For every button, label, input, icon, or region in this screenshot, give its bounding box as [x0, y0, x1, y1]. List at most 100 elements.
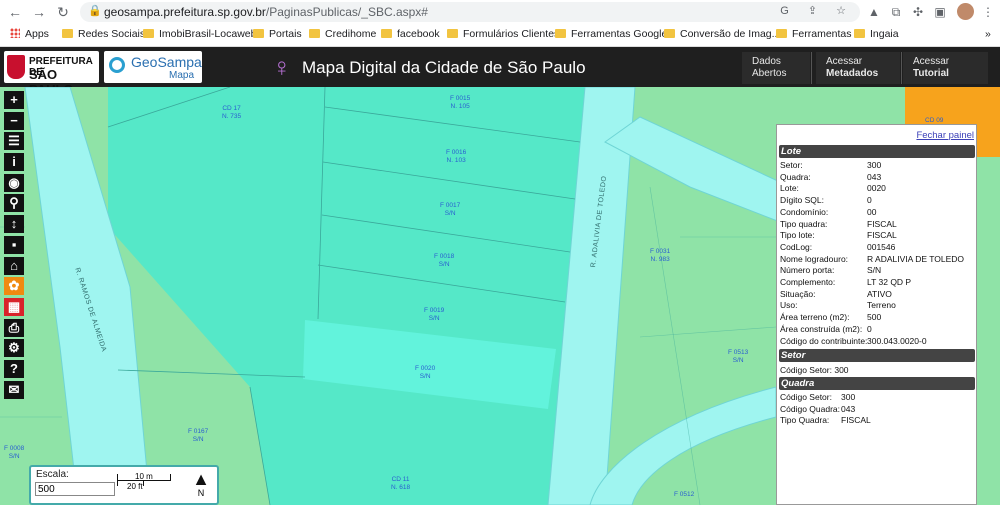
- url-host: geosampa.prefeitura.sp.gov.br: [104, 5, 266, 19]
- section-setor: Setor: [779, 349, 975, 362]
- geosampa-sub: Mapa: [169, 70, 195, 81]
- bookmark-folder[interactable]: Credihome: [309, 28, 376, 40]
- lote-row-key: Nome logradouro:: [780, 253, 849, 264]
- measure-icon[interactable]: ↕: [4, 215, 24, 234]
- folder-icon: [555, 29, 566, 38]
- lote-row-value: 00: [867, 206, 877, 217]
- bookmark-folder[interactable]: Ferramentas Google: [555, 28, 667, 40]
- bookmark-folder[interactable]: facebook: [381, 28, 440, 40]
- film-icon[interactable]: ✿: [4, 277, 24, 296]
- lote-row-value: 001546: [867, 241, 896, 252]
- lote-row: Dígito SQL: 0: [780, 195, 872, 207]
- help-icon[interactable]: ?: [4, 359, 24, 378]
- dados-abertos-button[interactable]: Dados Abertos: [742, 52, 810, 84]
- puzzle-icon[interactable]: ✣: [910, 4, 926, 20]
- quadra-row-key: Código Setor:: [780, 392, 832, 402]
- lote-row-key: Código do contribuinte:: [780, 335, 868, 346]
- lote-row-value: R ADALIVIA DE TOLEDO: [867, 253, 965, 264]
- prefeitura-logo[interactable]: PREFEITURA DE SÃO PAULO: [4, 51, 99, 97]
- avatar[interactable]: [957, 3, 974, 20]
- close-panel-link[interactable]: Fechar painel: [916, 130, 974, 141]
- bookmark-folder[interactable]: Formulários Clientes: [447, 28, 559, 40]
- search-icon[interactable]: ⚲: [4, 194, 24, 213]
- section-lote: Lote: [779, 145, 975, 158]
- map-lot-label: F 0018 S/N: [434, 253, 455, 268]
- lote-row: CodLog: 001546: [780, 241, 895, 254]
- lote-row: Área construída (m2): 0: [780, 324, 872, 336]
- url-path: /PaginasPublicas/_SBC.aspx#: [265, 5, 428, 19]
- lote-row: Condomínio: 00: [780, 206, 876, 219]
- folder-icon: [253, 29, 264, 38]
- lote-row-value: Terreno: [867, 300, 896, 311]
- bookmark-apps[interactable]: Apps: [10, 28, 49, 40]
- lote-row-value: 0020: [867, 183, 886, 194]
- metadados-button[interactable]: Acessar Metadados: [816, 52, 900, 84]
- section-quadra: Quadra: [779, 377, 975, 390]
- lote-row-key: Área terreno (m2):: [780, 312, 850, 323]
- print-icon[interactable]: ⎙: [4, 318, 24, 337]
- mail-icon[interactable]: ✉: [4, 380, 24, 399]
- lote-row-value: 0: [867, 195, 872, 206]
- sp-crest-icon: [7, 55, 25, 79]
- bookmark-folder[interactable]: Portais: [253, 28, 302, 40]
- drive-icon[interactable]: ▲: [866, 4, 882, 20]
- header-divider: [811, 52, 812, 84]
- tools-icon[interactable]: ⌂: [4, 256, 24, 275]
- map-lot-label: F 0020 S/N: [415, 365, 436, 380]
- scale-input[interactable]: [35, 482, 115, 496]
- quadra-row: Tipo Quadra: FISCAL: [780, 415, 871, 427]
- info-icon[interactable]: i: [4, 153, 24, 172]
- bookmark-folder[interactable]: ImobiBrasil-Locaweb: [143, 28, 256, 40]
- lote-row-key: Setor:: [780, 160, 803, 170]
- bookmark-folder[interactable]: Conversão de Imag...: [664, 28, 780, 40]
- grid-icon[interactable]: ▦: [4, 297, 24, 316]
- lote-row-key: Complemento:: [780, 277, 836, 287]
- lote-row: Número porta: S/N: [780, 265, 881, 277]
- extension-icon[interactable]: ⧉: [888, 4, 904, 20]
- lock-icon: 🔒: [88, 5, 102, 17]
- lote-row: Tipo lote: FISCAL: [780, 230, 897, 242]
- folder-icon: [62, 29, 73, 38]
- quadra-row-key: Código Quadra:: [780, 403, 841, 414]
- lote-row-key: CodLog:: [780, 241, 813, 252]
- reload-icon[interactable]: ↻: [54, 3, 72, 21]
- quadra-row-value: 300: [841, 392, 856, 402]
- bookmark-folder[interactable]: Ingaia: [854, 28, 899, 40]
- address-bar[interactable]: 🔒 geosampa.prefeitura.sp.gov.br/PaginasP…: [80, 2, 860, 22]
- lote-row-key: Condomínio:: [780, 206, 829, 217]
- more-bookmarks-icon[interactable]: »: [985, 28, 991, 40]
- quadra-row-value: FISCAL: [841, 415, 871, 426]
- north-arrow-icon: ▲: [192, 469, 210, 489]
- map-lot-label: F 0167 S/N: [188, 428, 209, 443]
- lote-row: Complemento: LT 32 QD P: [780, 277, 911, 289]
- map-lot-label: F 0008 S/N: [4, 445, 25, 460]
- lote-row: Área terreno (m2): 500: [780, 312, 881, 324]
- lote-row-key: Número porta:: [780, 265, 835, 276]
- forward-icon[interactable]: →: [30, 3, 48, 21]
- map-lot-label: F 0513 S/N: [728, 349, 749, 364]
- folder-icon: [309, 29, 320, 38]
- sidepanel-icon[interactable]: ▣: [932, 4, 948, 20]
- tutorial-button[interactable]: Acessar Tutorial: [903, 52, 988, 84]
- back-icon[interactable]: ←: [6, 3, 24, 21]
- lote-row-value: 300.043.0020-0: [867, 335, 927, 346]
- map-lot-label: CD 17 N. 735: [222, 105, 242, 120]
- bookmark-folder[interactable]: Ferramentas: [776, 28, 852, 40]
- lote-row: Nome logradouro: R ADALIVIA DE TOLEDO: [780, 253, 964, 266]
- locate-icon[interactable]: ◉: [4, 173, 24, 192]
- layers-icon[interactable]: ☰: [4, 132, 24, 151]
- info-panel: Fechar painel Lote Setor: 300 Quadra: 043 Lo…: [776, 124, 977, 505]
- apps-icon: [10, 28, 20, 38]
- zoom-out-button[interactable]: −: [4, 111, 24, 130]
- bookmark-folder[interactable]: Redes Sociais: [62, 28, 145, 40]
- lote-row-value: FISCAL: [867, 218, 897, 229]
- scale-feet: 20 ft: [127, 482, 143, 491]
- zoom-in-button[interactable]: +: [4, 91, 24, 109]
- save-icon[interactable]: ▪: [4, 235, 24, 254]
- folder-icon: [143, 29, 154, 38]
- geosampa-logo[interactable]: GeoSampa Mapa: [104, 51, 202, 83]
- geosampa-pin-icon: [109, 57, 125, 73]
- settings-icon[interactable]: ⚙: [4, 339, 24, 358]
- menu-icon[interactable]: ⋮: [980, 4, 996, 20]
- lote-row: Tipo quadra: FISCAL: [780, 219, 897, 231]
